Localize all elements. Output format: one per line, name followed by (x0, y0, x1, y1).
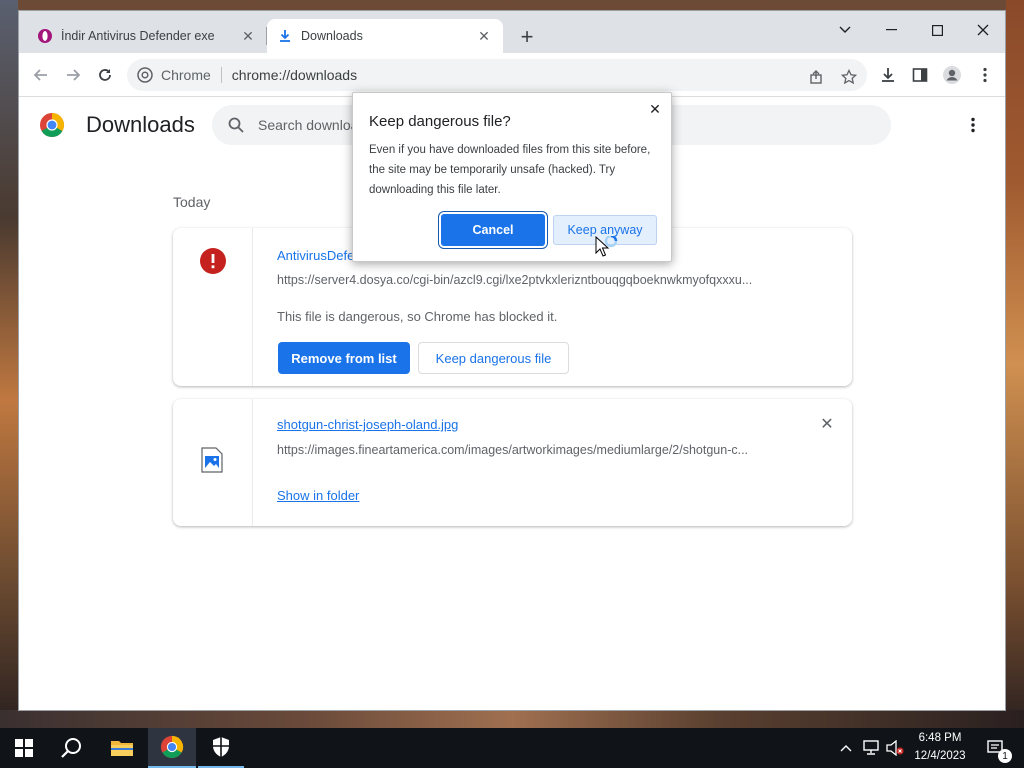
file-source-url[interactable]: https://images.fineartamerica.com/images… (277, 443, 797, 457)
chrome-menu-icon[interactable] (973, 63, 997, 87)
date-section-label: Today (173, 194, 211, 210)
clock-time[interactable]: 6:48 PM (906, 732, 974, 744)
file-name-link[interactable]: shotgun-christ-joseph-oland.jpg (277, 417, 458, 432)
tab-downloads[interactable]: Downloads ✕ (267, 19, 503, 53)
reload-button[interactable] (93, 63, 117, 87)
show-in-folder-link[interactable]: Show in folder (277, 488, 359, 503)
download-item-image: shotgun-christ-joseph-oland.jpg https://… (173, 399, 852, 526)
desktop-wallpaper-right (1006, 0, 1024, 728)
file-status: This file is dangerous, so Chrome has bl… (277, 309, 558, 324)
error-icon (200, 248, 226, 274)
show-hidden-icons-chevron-icon[interactable] (836, 728, 856, 768)
new-tab-button[interactable]: + (515, 24, 539, 49)
browser-toolbar: Chrome chrome://downloads (19, 53, 1005, 97)
more-actions-icon[interactable] (963, 113, 983, 137)
tab-strip: İndir Antivirus Defender exe ✕ Downloads… (19, 11, 1005, 53)
network-icon[interactable] (860, 728, 882, 768)
search-icon (226, 115, 246, 135)
opera-icon (37, 28, 53, 44)
image-file-icon (201, 447, 223, 473)
action-center-button[interactable]: 1 (980, 728, 1014, 768)
dialog-message: Even if you have downloaded files from t… (369, 144, 651, 196)
share-icon[interactable] (807, 67, 827, 87)
download-icon (277, 28, 293, 44)
tab-title: İndir Antivirus Defender exe (61, 29, 215, 43)
busy-cursor-icon (595, 236, 618, 257)
close-icon[interactable]: ✕ (475, 27, 493, 45)
keep-dangerous-file-button[interactable]: Keep dangerous file (418, 342, 569, 374)
tab-search-chevron-icon[interactable] (822, 15, 868, 45)
address-bar[interactable]: Chrome chrome://downloads (127, 59, 867, 91)
search-taskbar-button[interactable] (48, 728, 96, 768)
back-button[interactable] (29, 63, 53, 87)
dialog-title: Keep dangerous file? (369, 113, 511, 130)
volume-muted-icon[interactable] (884, 728, 906, 768)
site-name: Chrome (161, 67, 211, 83)
windows-logo-icon (15, 739, 33, 757)
clock-date[interactable]: 12/4/2023 (906, 750, 974, 762)
folder-icon (111, 741, 133, 756)
file-icon-column (173, 399, 253, 526)
omnibox-divider (220, 67, 222, 83)
chrome-logo-icon (160, 735, 184, 759)
minimize-button[interactable] (868, 15, 914, 45)
windows-taskbar: 6:48 PM 12/4/2023 1 (0, 728, 1024, 768)
close-window-button[interactable] (960, 15, 1005, 45)
start-button[interactable] (0, 728, 48, 768)
bookmark-star-icon[interactable] (839, 67, 859, 87)
chrome-site-icon (137, 67, 153, 83)
dialog-cancel-button[interactable]: Cancel (441, 214, 545, 246)
downloads-toolbar-icon[interactable] (876, 63, 900, 87)
security-taskbar-button[interactable] (198, 728, 244, 768)
file-source-url[interactable]: https://server4.dosya.co/cgi-bin/azcl9.c… (277, 273, 797, 287)
side-panel-icon[interactable] (908, 63, 932, 87)
chrome-taskbar-button[interactable] (148, 728, 196, 768)
page-title: Downloads (86, 112, 195, 137)
file-icon-column (173, 228, 253, 386)
file-explorer-button[interactable] (98, 728, 146, 768)
notification-count-badge: 1 (998, 749, 1012, 763)
dialog-close-icon[interactable]: ✕ (647, 101, 663, 117)
tab-title: Downloads (301, 29, 363, 43)
tab-antivirus-download[interactable]: İndir Antivirus Defender exe ✕ (27, 19, 267, 53)
remove-item-close-icon[interactable]: ✕ (818, 415, 836, 433)
search-icon (61, 738, 81, 758)
desktop-wallpaper-left (0, 0, 18, 728)
close-icon[interactable]: ✕ (239, 27, 257, 45)
shield-icon (213, 737, 229, 757)
profile-avatar-icon[interactable] (940, 63, 964, 87)
desktop-wallpaper-bottom (0, 710, 1024, 728)
forward-button[interactable] (61, 63, 85, 87)
url-text[interactable]: chrome://downloads (232, 67, 357, 83)
chrome-logo-icon (40, 113, 65, 138)
remove-from-list-button[interactable]: Remove from list (278, 342, 410, 374)
maximize-button[interactable] (914, 15, 960, 45)
